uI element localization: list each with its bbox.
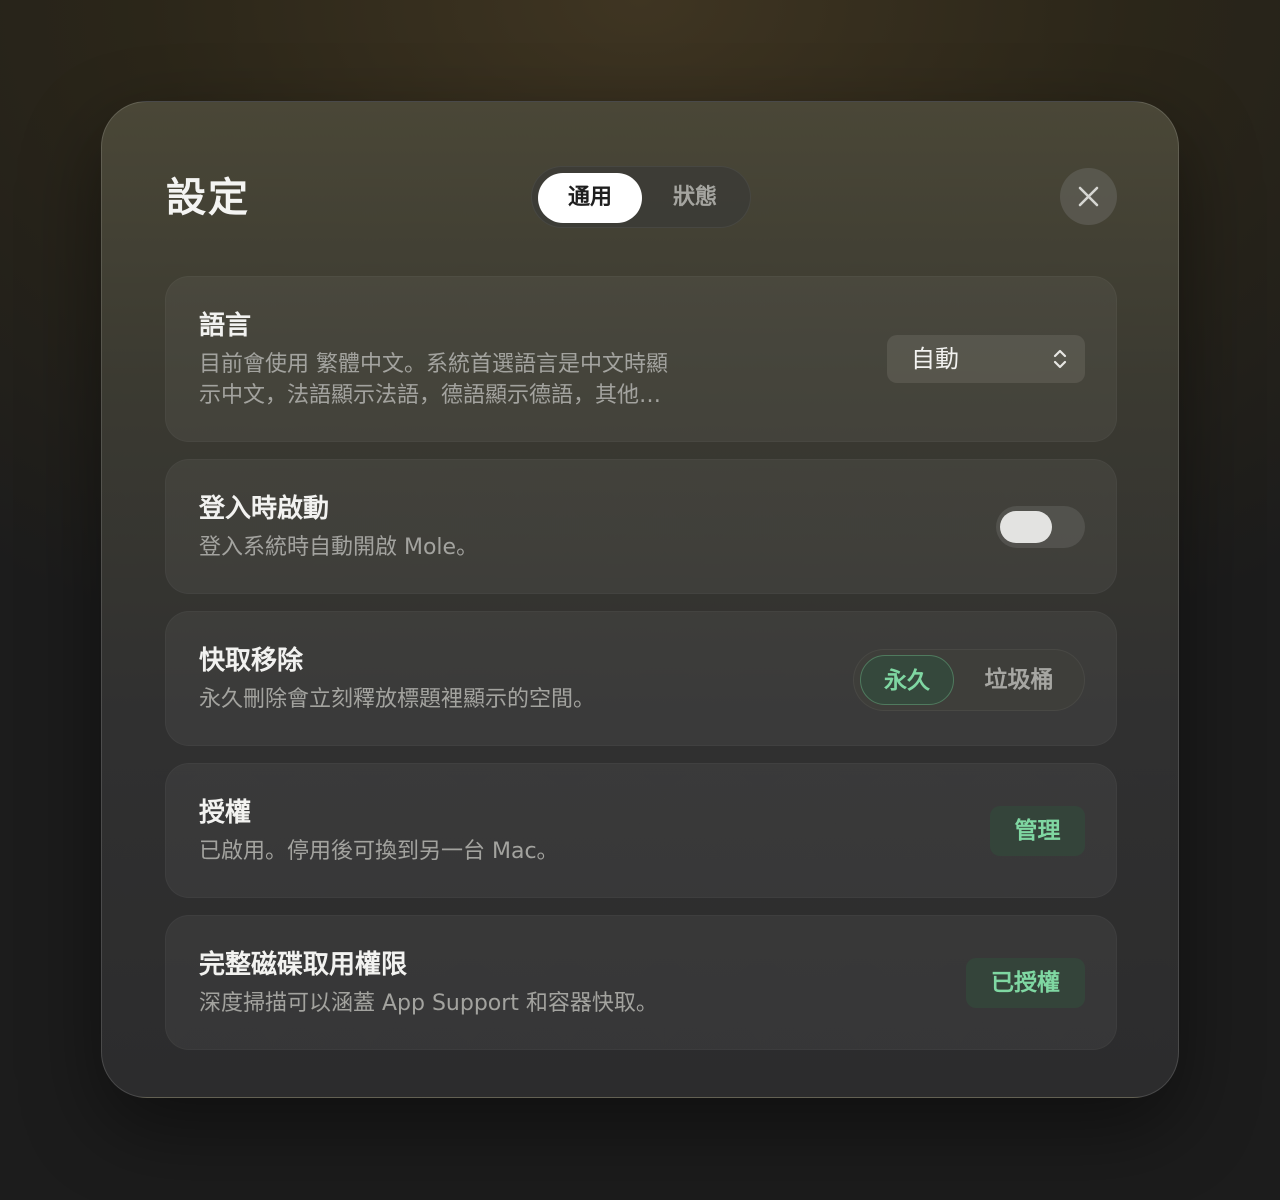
full-disk-access-title: 完整磁碟取用權限: [199, 950, 408, 980]
option-permanent[interactable]: 永久: [860, 655, 954, 705]
cache-removal-description: 永久刪除會立刻釋放標題裡顯示的空間。: [199, 687, 596, 712]
language-title: 語言: [199, 311, 252, 341]
cache-removal-switcher: 永久 垃圾桶: [853, 649, 1085, 711]
language-select-value: 自動: [911, 345, 959, 373]
chevron-up-down-icon: [1053, 349, 1067, 369]
close-button[interactable]: [1060, 168, 1117, 225]
launch-at-login-toggle[interactable]: [996, 506, 1085, 548]
launch-at-login-description: 登入系統時自動開啟 Mole。: [199, 535, 479, 560]
license-title: 授權: [199, 798, 252, 828]
language-description-line2: 示中文，法語顯示法語，德語顯示德語，其他…: [199, 383, 662, 408]
tab-general[interactable]: 通用: [538, 173, 642, 223]
cache-removal-title: 快取移除: [199, 646, 304, 676]
tab-status[interactable]: 狀態: [644, 173, 746, 223]
cache-removal-card: 快取移除 永久刪除會立刻釋放標題裡顯示的空間。 永久 垃圾桶: [165, 611, 1117, 746]
language-select[interactable]: 自動: [887, 335, 1085, 383]
dialog-title: 設定: [166, 175, 250, 221]
toggle-knob: [1000, 511, 1052, 543]
full-disk-access-description: 深度掃描可以涵蓋 App Support 和容器快取。: [199, 991, 658, 1016]
license-description: 已啟用。停用後可換到另一台 Mac。: [199, 839, 559, 864]
full-disk-access-card: 完整磁碟取用權限 深度掃描可以涵蓋 App Support 和容器快取。 已授權: [165, 915, 1117, 1050]
launch-at-login-card: 登入時啟動 登入系統時自動開啟 Mole。: [165, 459, 1117, 594]
manage-license-button[interactable]: 管理: [990, 806, 1085, 856]
authorized-button[interactable]: 已授權: [966, 958, 1085, 1008]
license-card: 授權 已啟用。停用後可換到另一台 Mac。 管理: [165, 763, 1117, 898]
close-icon: [1078, 186, 1099, 207]
language-card: 語言 目前會使用 繁體中文。系統首選語言是中文時顯 示中文，法語顯示法語，德語顯…: [165, 276, 1117, 442]
settings-dialog: 設定 通用 狀態 語言 目前會使用 繁體中文。系統首選語言是中文時顯 示中文，法…: [101, 101, 1179, 1098]
language-description-line1: 目前會使用 繁體中文。系統首選語言是中文時顯: [199, 352, 668, 377]
option-trash[interactable]: 垃圾桶: [960, 655, 1078, 705]
tab-switcher: 通用 狀態: [531, 166, 751, 228]
launch-at-login-title: 登入時啟動: [199, 494, 330, 524]
